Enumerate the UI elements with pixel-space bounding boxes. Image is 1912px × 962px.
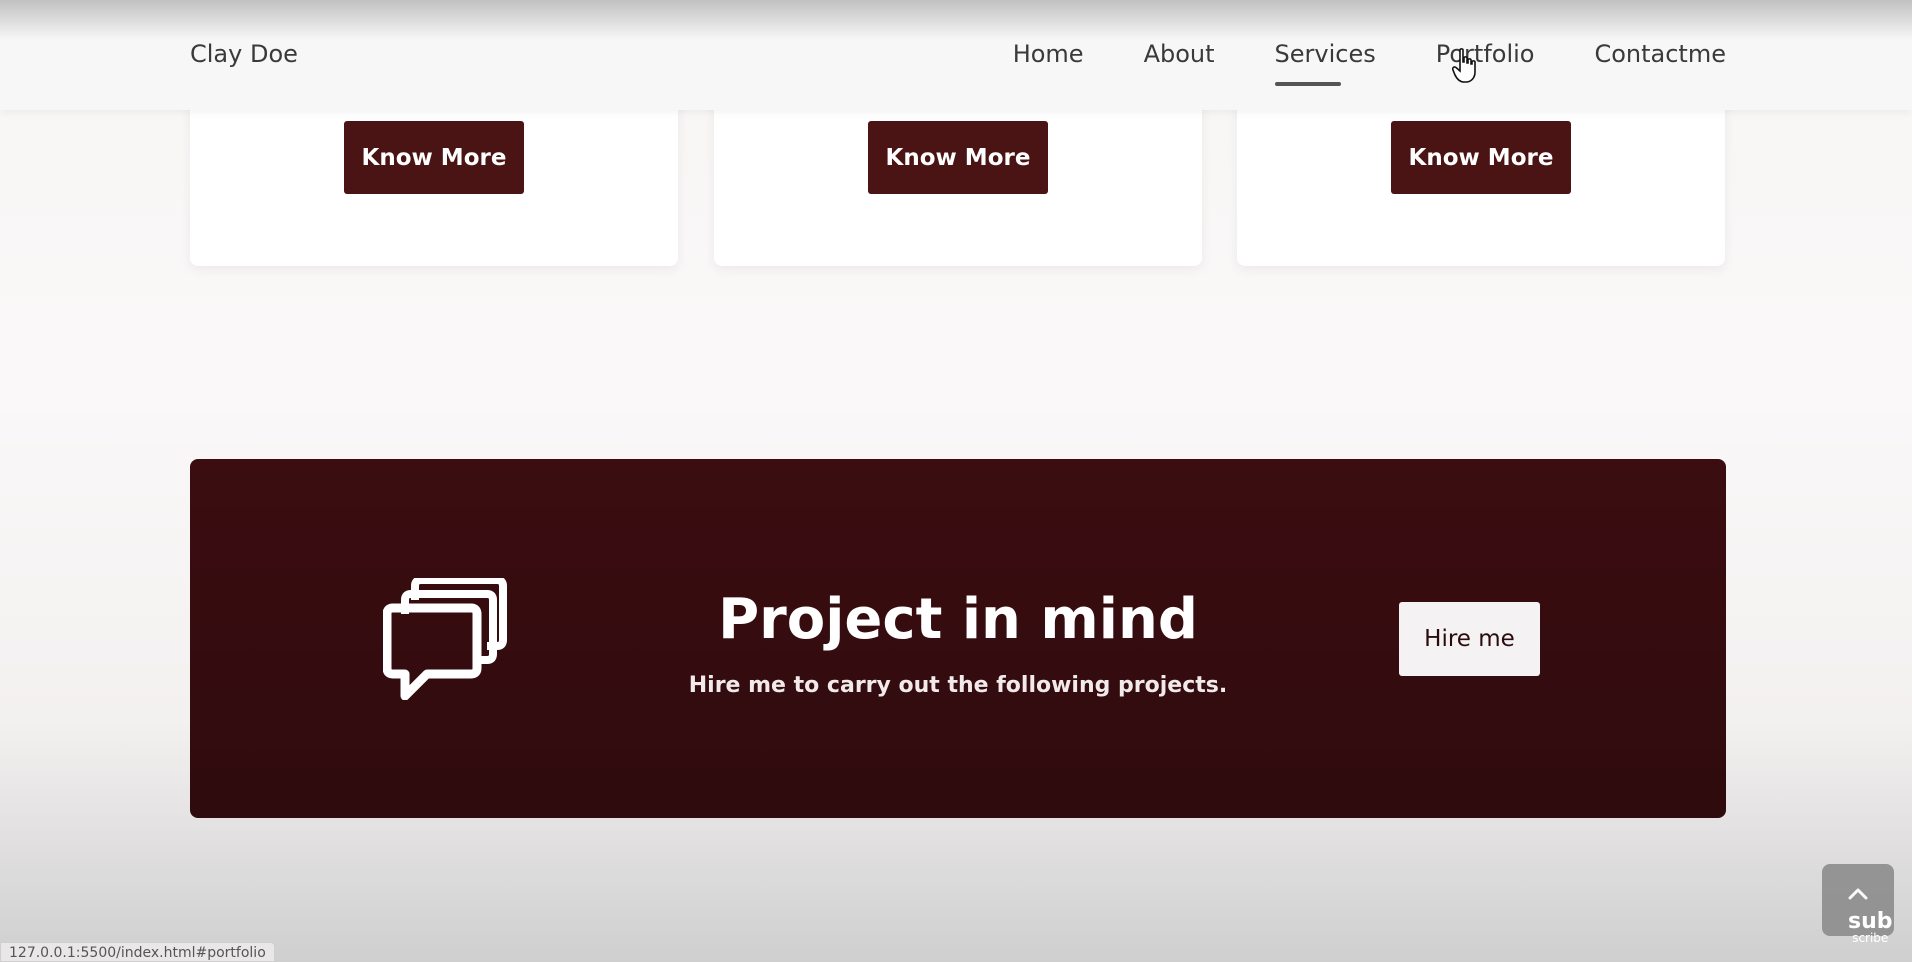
service-card: Know More bbox=[1237, 90, 1725, 266]
nav-links: Home About Services Portfolio Contactme bbox=[1013, 40, 1726, 86]
nav-link-portfolio[interactable]: Portfolio bbox=[1436, 40, 1535, 68]
status-bar-url: 127.0.0.1:5500/index.html#portfolio bbox=[0, 942, 275, 962]
project-cta-banner: Project in mind Hire me to carry out the… bbox=[190, 459, 1726, 818]
chevron-up-icon bbox=[1848, 888, 1868, 900]
know-more-button[interactable]: Know More bbox=[1391, 121, 1571, 194]
service-card: Know More bbox=[190, 90, 678, 266]
watermark-small: scribe bbox=[1852, 931, 1889, 945]
service-card: Know More bbox=[714, 90, 1202, 266]
hire-me-button[interactable]: Hire me bbox=[1399, 602, 1540, 676]
navbar: Clay Doe Home About Services Portfolio C… bbox=[0, 0, 1912, 110]
subscribe-watermark: sub scribe bbox=[1848, 911, 1893, 945]
nav-link-services[interactable]: Services bbox=[1274, 40, 1376, 86]
nav-link-about[interactable]: About bbox=[1144, 40, 1215, 68]
know-more-button[interactable]: Know More bbox=[344, 121, 524, 194]
nav-link-contactme[interactable]: Contactme bbox=[1594, 40, 1726, 68]
know-more-button[interactable]: Know More bbox=[868, 121, 1048, 194]
hand-cursor-icon bbox=[1452, 48, 1476, 83]
cta-subtitle: Hire me to carry out the following proje… bbox=[688, 673, 1228, 698]
brand-logo[interactable]: Clay Doe bbox=[190, 40, 298, 68]
nav-link-home[interactable]: Home bbox=[1013, 40, 1084, 68]
